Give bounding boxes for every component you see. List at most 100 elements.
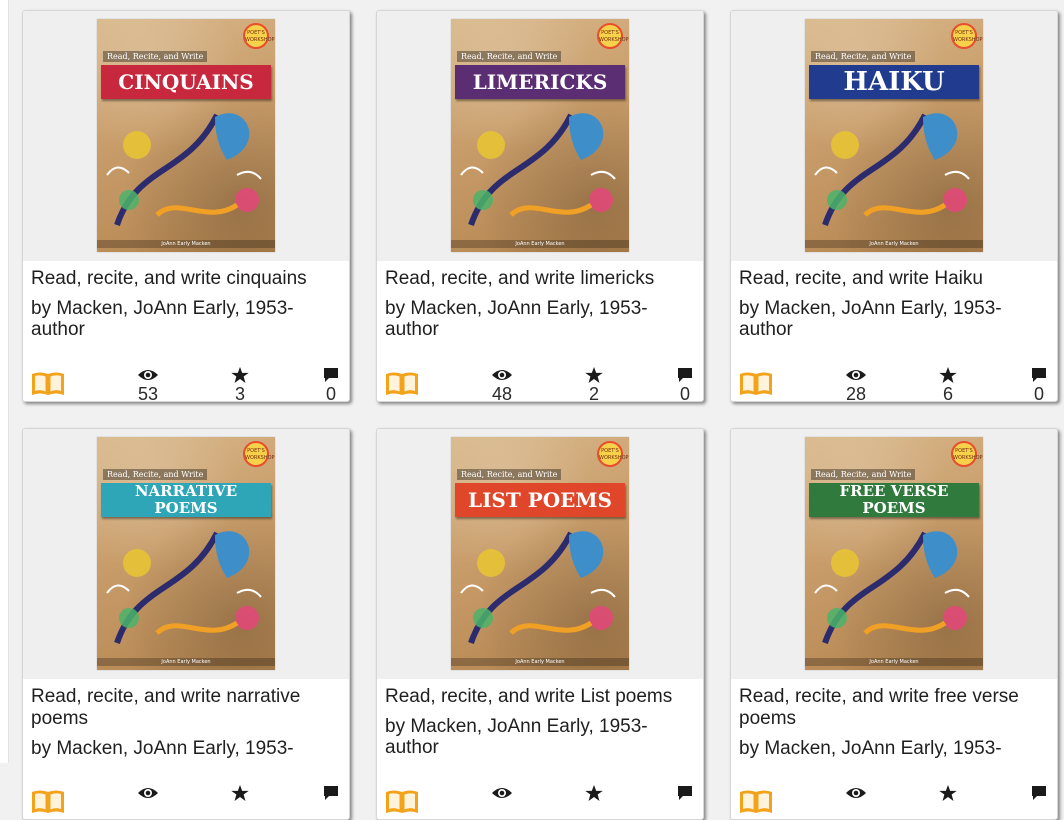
comment-icon bbox=[1032, 368, 1046, 382]
cover-area: POET'S WORKSHOP Read, Recite, and Write … bbox=[23, 429, 349, 679]
cover-area: POET'S WORKSHOP Read, Recite, and Write … bbox=[377, 429, 703, 679]
card-title[interactable]: Read, recite, and write cinquains bbox=[31, 268, 343, 290]
eye-icon bbox=[846, 788, 866, 798]
views-count: 48 bbox=[491, 384, 513, 402]
cover-banner: FREE VERSE POEMS bbox=[809, 483, 979, 517]
comments-count: 0 bbox=[1033, 384, 1044, 402]
eye-icon bbox=[138, 370, 158, 380]
result-card[interactable]: POET'S WORKSHOP Read, Recite, and Write … bbox=[730, 10, 1058, 402]
card-byline[interactable]: by Macken, JoAnn Early, 1953- author bbox=[385, 298, 697, 340]
views-count: 28 bbox=[845, 384, 867, 402]
eye-icon bbox=[492, 370, 512, 380]
views-stat: 53 bbox=[128, 367, 168, 402]
cover-series-text: Read, Recite, and Write bbox=[103, 51, 208, 62]
eye-icon bbox=[846, 370, 866, 380]
cover-series-text: Read, Recite, and Write bbox=[457, 51, 562, 62]
book-icon[interactable] bbox=[31, 371, 65, 397]
result-card[interactable]: POET'S WORKSHOP Read, Recite, and Write … bbox=[730, 428, 1058, 820]
card-byline[interactable]: by Macken, JoAnn Early, 1953- author bbox=[385, 716, 697, 758]
book-icon[interactable] bbox=[385, 371, 419, 397]
card-stats bbox=[385, 785, 695, 819]
book-cover[interactable]: POET'S WORKSHOP Read, Recite, and Write … bbox=[451, 437, 629, 670]
card-stats bbox=[739, 785, 1049, 819]
result-card[interactable]: POET'S WORKSHOP Read, Recite, and Write … bbox=[376, 428, 704, 820]
comments-stat: 0 bbox=[1019, 367, 1057, 402]
results-grid: POET'S WORKSHOP Read, Recite, and Write … bbox=[22, 10, 1058, 820]
comments-count: 0 bbox=[679, 384, 690, 402]
star-icon bbox=[939, 367, 957, 383]
cover-author-text: JoAnn Early Macken bbox=[97, 240, 275, 248]
card-stats: 48 2 0 bbox=[385, 367, 695, 401]
card-byline[interactable]: by Macken, JoAnn Early, 1953- bbox=[739, 738, 1051, 759]
cover-series-text: Read, Recite, and Write bbox=[811, 51, 916, 62]
book-cover[interactable]: POET'S WORKSHOP Read, Recite, and Write … bbox=[97, 437, 275, 670]
comments-stat bbox=[311, 785, 349, 803]
result-card[interactable]: POET'S WORKSHOP Read, Recite, and Write … bbox=[22, 10, 350, 402]
comments-stat: 0 bbox=[311, 367, 349, 402]
cover-illustration bbox=[106, 113, 262, 226]
cover-badge: POET'S WORKSHOP bbox=[243, 441, 275, 467]
rating-stat: 6 bbox=[928, 367, 968, 401]
cover-area: POET'S WORKSHOP Read, Recite, and Write … bbox=[731, 11, 1057, 261]
card-stats: 53 3 0 bbox=[31, 367, 341, 401]
card-byline[interactable]: by Macken, JoAnn Early, 1953- author bbox=[31, 298, 343, 340]
result-card[interactable]: POET'S WORKSHOP Read, Recite, and Write … bbox=[376, 10, 704, 402]
views-stat bbox=[128, 785, 168, 803]
card-title[interactable]: Read, recite, and write narrative poems bbox=[31, 686, 343, 730]
rating-stat bbox=[574, 785, 614, 803]
views-count: 53 bbox=[137, 384, 159, 402]
card-title[interactable]: Read, recite, and write Haiku bbox=[739, 268, 1051, 290]
result-card[interactable]: POET'S WORKSHOP Read, Recite, and Write … bbox=[22, 428, 350, 820]
cover-badge: POET'S WORKSHOP bbox=[951, 441, 983, 467]
cover-author-text: JoAnn Early Macken bbox=[451, 658, 629, 666]
cover-area: POET'S WORKSHOP Read, Recite, and Write … bbox=[23, 11, 349, 261]
cover-banner: LIST POEMS bbox=[455, 483, 625, 517]
comment-icon bbox=[1032, 786, 1046, 800]
cover-series-text: Read, Recite, and Write bbox=[811, 469, 916, 480]
card-title[interactable]: Read, recite, and write limericks bbox=[385, 268, 697, 290]
comments-count: 0 bbox=[325, 384, 336, 402]
book-cover[interactable]: POET'S WORKSHOP Read, Recite, and Write … bbox=[805, 437, 983, 670]
views-stat bbox=[836, 785, 876, 803]
book-cover[interactable]: POET'S WORKSHOP Read, Recite, and Write … bbox=[451, 19, 629, 252]
cover-banner: CINQUAINS bbox=[101, 65, 271, 99]
star-icon bbox=[231, 785, 249, 801]
book-icon[interactable] bbox=[739, 371, 773, 397]
card-title[interactable]: Read, recite, and write List poems bbox=[385, 686, 697, 708]
views-stat: 48 bbox=[482, 367, 522, 402]
card-stats bbox=[31, 785, 341, 819]
cover-banner: HAIKU bbox=[809, 65, 979, 99]
cover-illustration bbox=[460, 531, 616, 644]
book-icon[interactable] bbox=[739, 789, 773, 815]
views-stat: 28 bbox=[836, 367, 876, 402]
cover-series-text: Read, Recite, and Write bbox=[457, 469, 562, 480]
rating-count: 3 bbox=[234, 384, 245, 402]
card-byline[interactable]: by Macken, JoAnn Early, 1953- bbox=[31, 738, 343, 759]
card-byline[interactable]: by Macken, JoAnn Early, 1953- author bbox=[739, 298, 1051, 340]
views-stat bbox=[482, 785, 522, 803]
card-title[interactable]: Read, recite, and write free verse poems bbox=[739, 686, 1051, 730]
eye-icon bbox=[138, 788, 158, 798]
comments-stat: 0 bbox=[665, 367, 703, 402]
book-cover[interactable]: POET'S WORKSHOP Read, Recite, and Write … bbox=[805, 19, 983, 252]
cover-illustration bbox=[814, 531, 970, 644]
cover-badge: POET'S WORKSHOP bbox=[597, 441, 629, 467]
cover-illustration bbox=[814, 113, 970, 226]
cover-author-text: JoAnn Early Macken bbox=[451, 240, 629, 248]
star-icon bbox=[585, 785, 603, 801]
book-icon[interactable] bbox=[31, 789, 65, 815]
cover-author-text: JoAnn Early Macken bbox=[805, 240, 983, 248]
cover-badge: POET'S WORKSHOP bbox=[597, 23, 629, 49]
rating-stat bbox=[220, 785, 260, 803]
comment-icon bbox=[324, 368, 338, 382]
star-icon bbox=[231, 367, 249, 383]
book-cover[interactable]: POET'S WORKSHOP Read, Recite, and Write … bbox=[97, 19, 275, 252]
rating-stat: 3 bbox=[220, 367, 260, 402]
rating-stat bbox=[928, 785, 968, 803]
book-icon[interactable] bbox=[385, 789, 419, 815]
comment-icon bbox=[678, 786, 692, 800]
eye-icon bbox=[492, 788, 512, 798]
star-icon bbox=[939, 785, 957, 801]
cover-banner: LIMERICKS bbox=[455, 65, 625, 99]
cover-badge: POET'S WORKSHOP bbox=[951, 23, 983, 49]
